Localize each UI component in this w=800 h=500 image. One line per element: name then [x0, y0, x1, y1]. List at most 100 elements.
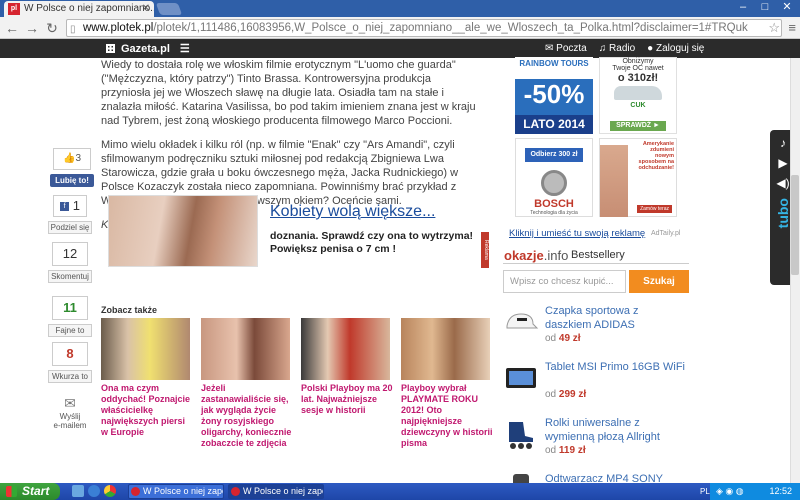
- comments-widget: 12 Skomentuj: [48, 242, 92, 283]
- system-tray: PL ◈ ◉ ◍ 12:52: [700, 483, 800, 500]
- product-image[interactable]: [503, 472, 539, 483]
- browser-tab-bar: pl W Polsce o niej zapomniano... ✕ – □ ✕: [0, 0, 800, 17]
- taskbar-window[interactable]: W Polsce o niej zapo...: [128, 484, 224, 499]
- car-icon: [614, 86, 662, 100]
- see-also-caption[interactable]: Jeżeli zastanawialiście się, jak wygląda…: [201, 383, 293, 449]
- email-widget[interactable]: ✉ Wyślij e-mailem: [48, 395, 92, 430]
- see-also-heading: Zobacz także: [101, 305, 158, 315]
- see-also-caption[interactable]: Ona ma czym oddychać! Poznajcie właścici…: [101, 383, 193, 438]
- product-price: od 299 zł: [545, 389, 587, 400]
- chrome-icon[interactable]: [104, 485, 116, 497]
- reload-icon[interactable]: ↻: [44, 20, 60, 36]
- ad-title-link[interactable]: Kobiety wolą większe...: [270, 203, 435, 221]
- show-desktop-icon[interactable]: [72, 485, 84, 497]
- rainbow-discount: -50%: [523, 79, 585, 109]
- bookmark-star-icon[interactable]: ☆: [768, 20, 780, 36]
- browser-menu-icon[interactable]: ≡: [788, 20, 796, 35]
- gazeta-label: Gazeta.pl: [121, 42, 170, 55]
- taskbar-window[interactable]: W Polsce o niej zapo...: [228, 484, 324, 499]
- share-button[interactable]: Podziel się: [48, 221, 92, 234]
- see-also-thumb[interactable]: [401, 318, 490, 380]
- ie-icon[interactable]: [88, 485, 100, 497]
- clock: 12:52: [769, 486, 792, 496]
- new-tab-button[interactable]: [155, 3, 183, 15]
- comments-button[interactable]: Skomentuj: [48, 270, 92, 283]
- facebook-icon: f: [60, 202, 70, 212]
- rainbow-season: LATO 2014: [515, 115, 593, 134]
- divider: [503, 263, 689, 264]
- wkurza-button[interactable]: Wkurza to: [48, 370, 92, 383]
- fajne-button[interactable]: Fajne to: [48, 324, 92, 337]
- okazje-search-button[interactable]: Szukaj: [629, 270, 689, 293]
- windows-taskbar: Start W Polsce o niej zapo... W Polsce o…: [0, 483, 800, 500]
- share-count: f 1: [53, 195, 87, 217]
- product-name[interactable]: Odtwarzacz MP4 SONY: [545, 472, 685, 483]
- bosch-dial-icon: [541, 170, 567, 196]
- see-also-caption[interactable]: Playboy wybrał PLAYMATE ROKU 2012! Oto n…: [401, 383, 493, 449]
- rainbow-tours-ad[interactable]: RAINBOW TOURS -50% LATO 2014: [515, 57, 593, 134]
- poczta-link[interactable]: ✉ Poczta: [545, 43, 587, 54]
- like-button[interactable]: Lubię to!: [50, 174, 94, 187]
- close-tab-icon[interactable]: ✕: [142, 1, 150, 17]
- product-image[interactable]: [503, 362, 539, 394]
- diet-ad-image: [600, 145, 628, 217]
- okazje-search-input[interactable]: Wpisz co chcesz kupić...: [503, 270, 626, 293]
- cuk-insurance-ad[interactable]: Obniżymy Twoje OC nawet o 310zł! CUK SPR…: [599, 57, 677, 134]
- okazje-logo[interactable]: okazje.info: [504, 248, 568, 263]
- tubo-logo: tubo: [775, 198, 791, 229]
- ad-badge: Reklama: [481, 232, 489, 268]
- product-name[interactable]: Tablet MSI Primo 16GB WiFi: [545, 360, 685, 374]
- product-price: od 119 zł: [545, 445, 586, 456]
- radio-link[interactable]: ♫ Radio: [599, 43, 635, 54]
- back-arrow-icon[interactable]: ←: [4, 20, 20, 36]
- browser-tab[interactable]: pl W Polsce o niej zapomniano... ✕: [4, 1, 154, 17]
- start-button[interactable]: Start: [0, 483, 60, 500]
- close-window-icon[interactable]: ✕: [778, 0, 796, 16]
- see-also-thumb[interactable]: [201, 318, 290, 380]
- fajne-count: 11: [52, 296, 88, 320]
- adtaily-label: AdTaily.pl: [651, 230, 681, 237]
- gazeta-brand[interactable]: Gazeta.pl ☰: [106, 42, 190, 55]
- fajne-widget: 11 Fajne to: [48, 296, 92, 337]
- wkurza-widget: 8 Wkurza to: [48, 342, 92, 383]
- product-image[interactable]: [503, 306, 539, 338]
- product-name[interactable]: Rolki uniwersalne z wymienną płozą Allri…: [545, 416, 685, 444]
- share-widget: f 1 Podziel się: [48, 195, 92, 234]
- window-controls: – □ ✕: [726, 0, 796, 16]
- comments-count: 12: [52, 242, 88, 266]
- diet-ad[interactable]: Amerykanie zdumieni nowym sposobem na od…: [599, 138, 677, 217]
- maximize-icon[interactable]: □: [756, 0, 774, 16]
- see-also-thumb[interactable]: [101, 318, 190, 380]
- bestsellery-tab[interactable]: Bestsellery: [571, 249, 625, 261]
- hamburger-icon[interactable]: ☰: [180, 42, 190, 55]
- language-indicator[interactable]: PL: [700, 483, 710, 500]
- tray-icons: ◈ ◉ ◍: [716, 486, 744, 496]
- article-paragraph: Wiedy to dostała rolę we włoskim filmie …: [101, 59, 476, 127]
- site-favicon-icon: pl: [8, 3, 20, 15]
- product-price: od 49 zł: [545, 333, 581, 344]
- scrollbar-thumb[interactable]: [791, 175, 799, 275]
- browser-toolbar: ← → ↻ ▯ www.plotek.pl/plotek/1,111486,16…: [0, 17, 800, 39]
- cuk-check-button[interactable]: SPRAWDŹ ►: [610, 121, 666, 131]
- forward-arrow-icon[interactable]: →: [24, 20, 40, 36]
- ad-image[interactable]: [108, 195, 258, 267]
- grid-icon: [106, 44, 115, 53]
- minimize-icon[interactable]: –: [734, 0, 752, 16]
- place-ad-link[interactable]: Kliknij i umieść tu swoją reklamę: [509, 228, 645, 239]
- product-image[interactable]: [503, 418, 539, 450]
- windows-logo-icon: [6, 486, 17, 497]
- like-count: 👍3: [53, 148, 91, 170]
- envelope-icon: ✉: [64, 395, 76, 411]
- product-name[interactable]: Czapka sportowa z daszkiem ADIDAS: [545, 304, 685, 332]
- address-bar[interactable]: ▯ www.plotek.pl/plotek/1,111486,16083956…: [66, 19, 782, 37]
- bosch-offer-button[interactable]: Odbierz 300 zł: [525, 148, 583, 162]
- bosch-ad[interactable]: Odbierz 300 zł BOSCH Technologia dla życ…: [515, 138, 593, 217]
- site-links: ✉ Poczta ♫ Radio ● Zaloguj się: [545, 43, 704, 54]
- like-widget: 👍3 Lubię to!: [50, 148, 94, 187]
- see-also-caption[interactable]: Polski Playboy ma 20 lat. Najważniejsze …: [301, 383, 393, 416]
- page-icon: ▯: [70, 24, 76, 35]
- diet-order-button[interactable]: Zamów teraz: [637, 205, 672, 213]
- see-also-thumb[interactable]: [301, 318, 390, 380]
- site-top-bar: Gazeta.pl ☰ ✉ Poczta ♫ Radio ● Zaloguj s…: [0, 39, 800, 58]
- login-link[interactable]: ● Zaloguj się: [647, 43, 704, 54]
